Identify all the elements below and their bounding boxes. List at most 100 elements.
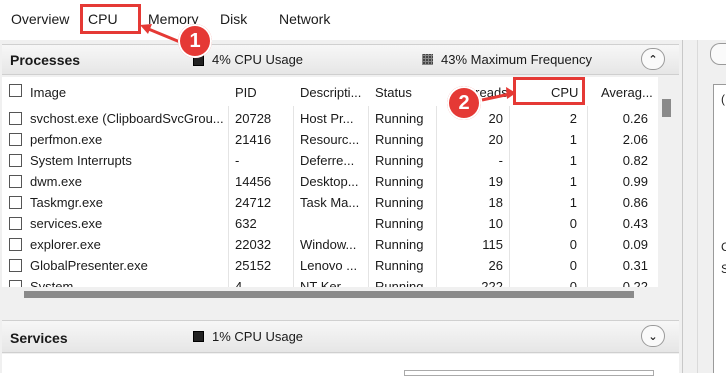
cell-pid: 632 — [235, 216, 257, 231]
tab-disk[interactable]: Disk — [220, 11, 247, 27]
cell-image: dwm.exe — [30, 174, 83, 189]
cell-average: 0.09 — [622, 237, 648, 252]
cell-description: Window... — [300, 237, 357, 252]
cell-image: perfmon.exe — [30, 132, 103, 147]
cell-status: Running — [375, 195, 424, 210]
cell-status: Running — [375, 237, 424, 252]
chevron-down-icon: ⌄ — [648, 330, 658, 343]
services-cpu-usage: 1% CPU Usage — [212, 329, 304, 344]
right-panel: ( C S — [682, 40, 726, 373]
select-all-checkbox[interactable] — [9, 84, 22, 97]
row-checkbox[interactable] — [9, 196, 22, 209]
row-checkbox[interactable] — [9, 112, 22, 125]
column-header-average[interactable]: Averag... — [601, 85, 653, 100]
cell-image: svchost.exe (ClipboardSvcGrou... — [30, 111, 224, 126]
table-row[interactable]: System 4 NT Ker... Running 222 0 0.22 — [2, 276, 658, 287]
cell-image: Taskmgr.exe — [30, 195, 103, 210]
cell-description: Lenovo ... — [300, 258, 358, 273]
tab-overview[interactable]: Overview — [11, 11, 69, 27]
cell-status: Running — [375, 174, 424, 189]
cell-status: Running — [375, 111, 424, 126]
panel-divider[interactable] — [697, 40, 698, 373]
row-checkbox[interactable] — [9, 133, 22, 146]
row-checkbox[interactable] — [9, 217, 22, 230]
max-frequency: 43% Maximum Frequency — [441, 52, 592, 67]
table-row[interactable]: perfmon.exe 21416 Resourc... Running 20 … — [2, 129, 658, 150]
vertical-scrollbar-thumb[interactable] — [662, 99, 671, 117]
cell-pid: 21416 — [235, 132, 272, 147]
cell-pid: 22032 — [235, 237, 272, 252]
cell-average: 0.82 — [622, 153, 648, 168]
table-row[interactable]: System Interrupts - Deferre... Running -… — [2, 150, 658, 171]
cell-pid: 4 — [235, 279, 243, 287]
horizontal-scrollbar[interactable] — [2, 287, 658, 301]
cell-description: NT Ker... — [300, 279, 352, 287]
row-checkbox[interactable] — [9, 154, 22, 167]
table-row[interactable]: svchost.exe (ClipboardSvcGrou... 20728 H… — [2, 108, 658, 129]
cell-image: explorer.exe — [30, 237, 101, 252]
processes-section-header[interactable]: Processes 4% CPU Usage 43% Maximum Frequ… — [2, 44, 679, 75]
row-checkbox[interactable] — [9, 238, 22, 251]
cell-average: 0.22 — [622, 279, 648, 287]
column-header-description[interactable]: Descripti... — [300, 85, 361, 100]
cell-status: Running — [375, 279, 424, 287]
cell-cpu: 1 — [569, 195, 577, 210]
tab-network[interactable]: Network — [279, 11, 330, 27]
cell-description: Desktop... — [300, 174, 359, 189]
cell-image: GlobalPresenter.exe — [30, 258, 148, 273]
services-search-field[interactable] — [404, 370, 654, 376]
table-row[interactable]: Taskmgr.exe 24712 Task Ma... Running 18 … — [2, 192, 658, 213]
processes-title: Processes — [10, 52, 81, 68]
services-body — [2, 354, 679, 376]
row-checkbox[interactable] — [9, 175, 22, 188]
table-row[interactable]: GlobalPresenter.exe 25152 Lenovo ... Run… — [2, 255, 658, 276]
frequency-icon — [422, 54, 433, 65]
cell-average: 0.43 — [622, 216, 648, 231]
cell-pid: 20728 — [235, 111, 272, 126]
row-checkbox[interactable] — [9, 280, 22, 287]
right-panel-button[interactable] — [710, 43, 726, 65]
annotation-highlight-cpu-tab — [80, 4, 141, 34]
right-panel-graph-area — [713, 84, 726, 373]
cell-image: System — [30, 279, 74, 287]
cell-description: Deferre... — [300, 153, 355, 168]
cell-average: 2.06 — [622, 132, 648, 147]
cell-status: Running — [375, 216, 424, 231]
table-row[interactable]: explorer.exe 22032 Window... Running 115… — [2, 234, 658, 255]
cell-threads: 20 — [488, 132, 503, 147]
column-header-status[interactable]: Status — [375, 85, 412, 100]
horizontal-scrollbar-thumb[interactable] — [24, 291, 634, 298]
cell-description: Resourc... — [300, 132, 360, 147]
column-header-image[interactable]: Image — [30, 85, 66, 100]
annotation-highlight-cpu-column — [513, 77, 585, 105]
cell-status: Running — [375, 153, 424, 168]
cell-threads: 10 — [488, 216, 503, 231]
table-row[interactable]: dwm.exe 14456 Desktop... Running 19 1 0.… — [2, 171, 658, 192]
cell-pid: - — [235, 153, 240, 168]
cell-average: 0.26 — [622, 111, 648, 126]
cell-image: System Interrupts — [30, 153, 132, 168]
cell-pid: 24712 — [235, 195, 272, 210]
cell-cpu: 2 — [569, 111, 577, 126]
cell-pid: 25152 — [235, 258, 272, 273]
cell-cpu: 0 — [569, 279, 577, 287]
collapse-processes-button[interactable]: ⌃ — [641, 48, 665, 70]
right-panel-text: S — [721, 262, 726, 276]
table-row[interactable]: services.exe 632 Running 10 0 0.43 — [2, 213, 658, 234]
cell-average: 0.86 — [622, 195, 648, 210]
cell-cpu: 0 — [569, 216, 577, 231]
column-header-pid[interactable]: PID — [235, 85, 257, 100]
row-checkbox[interactable] — [9, 259, 22, 272]
vertical-scrollbar[interactable] — [658, 77, 675, 287]
services-section-header[interactable]: Services 1% CPU Usage ⌄ — [2, 320, 679, 353]
cell-average: 0.31 — [622, 258, 648, 273]
processes-table: Image PID Descripti... Status Threads CP… — [2, 77, 658, 287]
cell-cpu: 0 — [569, 258, 577, 273]
cell-average: 0.99 — [622, 174, 648, 189]
cpu-usage-square-icon — [193, 331, 204, 342]
cell-pid: 14456 — [235, 174, 272, 189]
expand-services-button[interactable]: ⌄ — [641, 325, 665, 347]
chevron-up-icon: ⌃ — [648, 53, 658, 66]
cell-description: Task Ma... — [300, 195, 360, 210]
cell-threads: 18 — [488, 195, 503, 210]
